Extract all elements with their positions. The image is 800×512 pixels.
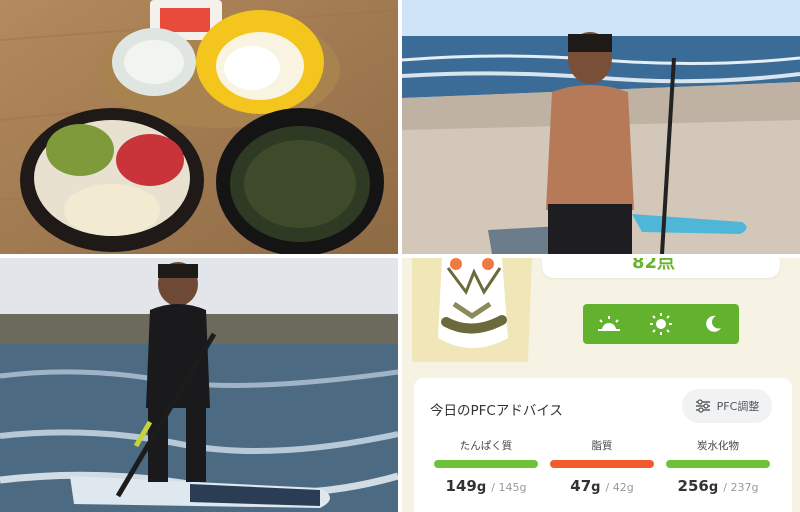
beach-photo <box>402 0 800 254</box>
meal-time-selector <box>583 304 739 344</box>
app-screenshot: 82点 今日のPFCアドバイス PFC調整 たんぱく質 149g / 145g … <box>402 258 800 512</box>
pfc-adjust-button[interactable]: PFC調整 <box>682 389 772 423</box>
score-card: 82点 <box>542 258 780 278</box>
macro-fat: 脂質 47g / 42g <box>550 438 654 495</box>
macro-label: 炭水化物 <box>697 440 739 452</box>
paddleboard-photo <box>0 258 398 512</box>
macro-target: / 145g <box>491 481 527 494</box>
macro-value: 149g / 145g <box>434 476 538 495</box>
macro-label: 脂質 <box>591 440 613 452</box>
sun-icon[interactable] <box>641 309 681 339</box>
macro-protein: たんぱく質 149g / 145g <box>434 438 538 495</box>
macro-current: 149 <box>445 477 477 495</box>
meal-photo <box>0 0 398 254</box>
macro-bar <box>550 460 654 468</box>
macro-unit: g <box>708 480 719 495</box>
pfc-adjust-label: PFC調整 <box>716 400 760 413</box>
macro-unit: g <box>476 480 487 495</box>
macro-current: 47 <box>570 477 592 495</box>
moon-icon[interactable] <box>693 309 733 339</box>
macro-bar <box>666 460 770 468</box>
score-value: 82点 <box>632 258 676 273</box>
pfc-advice-title: 今日のPFCアドバイス <box>430 403 563 419</box>
macro-label: たんぱく質 <box>459 440 513 452</box>
macro-unit: g <box>591 480 601 495</box>
macro-current: 256 <box>677 477 709 495</box>
macro-target: / 42g <box>605 481 634 494</box>
sunrise-icon[interactable] <box>589 309 629 339</box>
macro-bar <box>434 460 538 468</box>
macro-value: 256g / 237g <box>666 476 770 495</box>
macro-target: / 237g <box>723 481 759 494</box>
pfc-advice-card: 今日のPFCアドバイス PFC調整 たんぱく質 149g / 145g 脂質 4… <box>414 378 792 512</box>
mascot-illustration <box>412 258 532 362</box>
macro-value: 47g / 42g <box>550 476 654 495</box>
macro-carbs: 炭水化物 256g / 237g <box>666 438 770 495</box>
sliders-icon <box>695 399 711 413</box>
photo-collage: 82点 今日のPFCアドバイス PFC調整 たんぱく質 149g / 145g … <box>0 0 800 512</box>
